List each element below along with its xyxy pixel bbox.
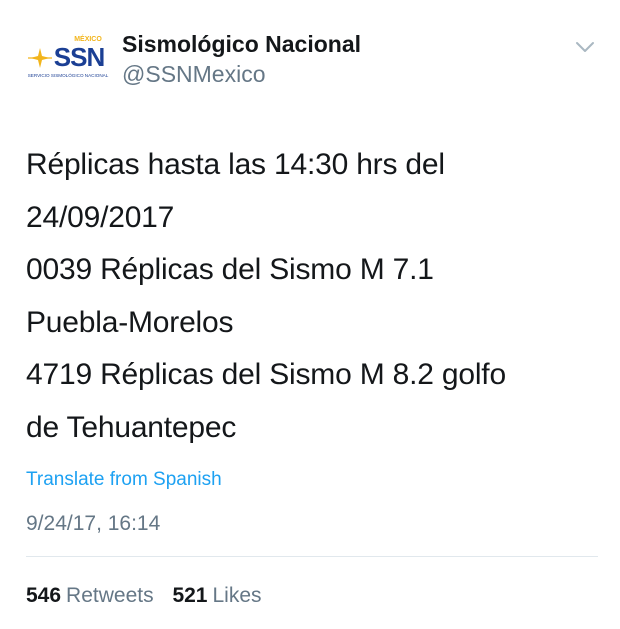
ssn-logo-icon: MÉXICO SSN SERVICIO SISMOLÓGICO NACIONAL (28, 34, 109, 78)
chevron-down-icon (576, 42, 594, 52)
spark-icon (28, 48, 52, 68)
retweets-stat[interactable]: 546 Retweets (26, 582, 154, 610)
tweet-stats: 546 Retweets 521 Likes (26, 582, 262, 610)
likes-count: 521 (172, 584, 208, 607)
display-name[interactable]: Sismológico Nacional (122, 30, 361, 58)
tweet-text: Réplicas hasta las 14:30 hrs del 24/09/2… (26, 139, 596, 454)
tweet-timestamp[interactable]: 9/24/17, 16:14 (26, 510, 160, 538)
divider (26, 556, 598, 557)
avatar[interactable]: MÉXICO SSN SERVICIO SISMOLÓGICO NACIONAL (26, 30, 110, 88)
tweet-line: 24/09/2017 (26, 200, 175, 234)
tweet-line: 4719 Réplicas del Sismo M 8.2 golfo (26, 358, 506, 391)
account-names[interactable]: Sismológico Nacional @SSNMexico (122, 30, 361, 89)
logo-subtitle-text: SERVICIO SISMOLÓGICO NACIONAL (28, 72, 109, 78)
logo-ssn-text: SSN (54, 42, 105, 72)
likes-label: Likes (212, 584, 262, 607)
tweet-detail: MÉXICO SSN SERVICIO SISMOLÓGICO NACIONAL… (0, 0, 620, 629)
retweets-label: Retweets (66, 584, 154, 607)
tweet-line: Réplicas hasta las 14:30 hrs del (26, 148, 445, 181)
translate-link[interactable]: Translate from Spanish (26, 468, 222, 492)
tweet-line: de Tehuantepec (26, 410, 237, 444)
retweets-count: 546 (26, 584, 62, 607)
tweet-header: MÉXICO SSN SERVICIO SISMOLÓGICO NACIONAL… (26, 30, 600, 94)
account-handle[interactable]: @SSNMexico (122, 59, 361, 89)
likes-stat[interactable]: 521 Likes (172, 582, 261, 610)
tweet-line: 0039 Réplicas del Sismo M 7.1 (26, 253, 434, 286)
tweet-line: Puebla-Morelos (26, 305, 234, 339)
tweet-menu-button[interactable] (572, 34, 598, 60)
